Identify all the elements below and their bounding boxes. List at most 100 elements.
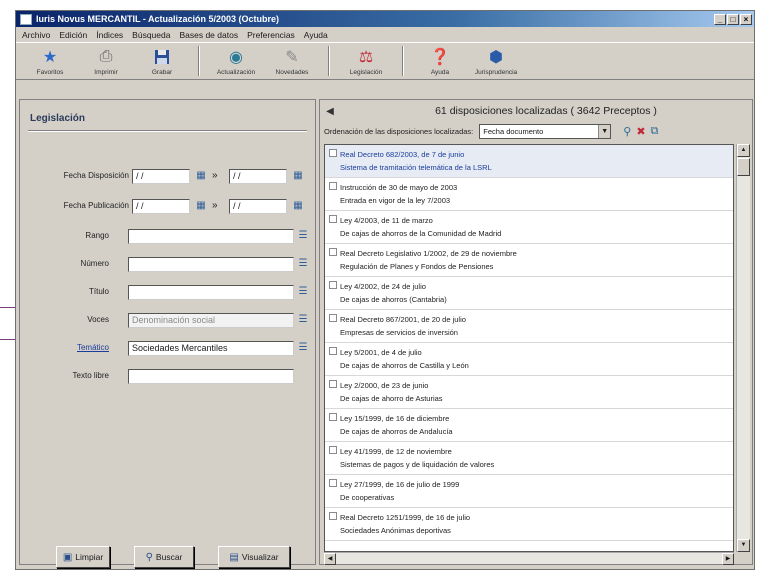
horizontal-scrollbar[interactable]: ◀ ▶ bbox=[324, 552, 734, 565]
item-subtitle: De cajas de ahorros (Cantabria) bbox=[340, 295, 447, 304]
limpiar-button[interactable]: ▣ Limpiar bbox=[56, 546, 110, 568]
grabar-button[interactable]: Grabar bbox=[134, 47, 190, 76]
view-icon: ▤ bbox=[229, 551, 239, 563]
item-checkbox[interactable] bbox=[329, 281, 337, 289]
tematico-link[interactable]: Temático bbox=[77, 343, 109, 352]
item-title: Ley 4/2002, de 24 de julio bbox=[340, 282, 426, 291]
ayuda-button[interactable]: ❓ Ayuda bbox=[412, 47, 468, 76]
item-checkbox[interactable] bbox=[329, 149, 337, 157]
item-title: Ley 2/2000, de 23 de junio bbox=[340, 381, 429, 390]
list-item[interactable]: Ley 27/1999, de 16 de julio de 1999 De co… bbox=[325, 475, 733, 508]
visualizar-button[interactable]: ▤ Visualizar bbox=[218, 546, 290, 568]
fecha-disposicion-from-input[interactable]: / / bbox=[132, 169, 190, 184]
maximize-button[interactable]: □ bbox=[727, 13, 739, 25]
item-checkbox[interactable] bbox=[329, 314, 337, 322]
list-item[interactable]: Ley 4/2003, de 11 de marzo De cajas de ah… bbox=[325, 211, 733, 244]
calendar-icon[interactable]: ▦ bbox=[194, 199, 208, 213]
scroll-down-icon[interactable]: ▼ bbox=[737, 539, 750, 552]
item-checkbox[interactable] bbox=[329, 215, 337, 223]
lookup-icon[interactable]: ☰ bbox=[296, 341, 310, 355]
tematico-input[interactable]: Sociedades Mercantiles bbox=[128, 341, 294, 356]
list-item[interactable]: Real Decreto 1251/1999, de 16 de julio So… bbox=[325, 508, 733, 541]
list-item[interactable]: Real Decreto 682/2003, de 7 de junio Sist… bbox=[325, 145, 733, 178]
item-subtitle: Sistemas de pagos y de liquidación de va… bbox=[340, 460, 495, 469]
calendar-icon[interactable]: ▦ bbox=[291, 169, 305, 183]
menu-ayuda[interactable]: Ayuda bbox=[304, 30, 328, 40]
list-item[interactable]: Ley 4/2002, de 24 de julio De cajas de ah… bbox=[325, 277, 733, 310]
filter-icon[interactable]: ⧉ bbox=[651, 125, 659, 138]
fecha-publicacion-from-input[interactable]: / / bbox=[132, 199, 190, 214]
calendar-icon[interactable]: ▦ bbox=[194, 169, 208, 183]
item-subtitle: Entrada en vigor de la ley 7/2003 bbox=[340, 196, 451, 205]
search-icon[interactable]: ⚲ bbox=[623, 125, 631, 138]
numero-input[interactable] bbox=[128, 257, 294, 272]
jurisprudencia-button[interactable]: ⬢ Jurisprudencia bbox=[468, 47, 524, 76]
list-item[interactable]: Instrucción de 30 de mayo de 2003 Entrada… bbox=[325, 178, 733, 211]
item-checkbox[interactable] bbox=[329, 512, 337, 520]
favoritos-button[interactable]: ★ Favoritos bbox=[22, 47, 78, 76]
back-arrow-icon[interactable]: ◀ bbox=[320, 106, 340, 117]
star-icon: ★ bbox=[42, 49, 58, 66]
results-list: Real Decreto 682/2003, de 7 de junio Sist… bbox=[324, 144, 734, 552]
item-checkbox[interactable] bbox=[329, 413, 337, 421]
item-title: Real Decreto Legislativo 1/2002, de 29 d… bbox=[340, 249, 517, 258]
fecha-publicacion-to-input[interactable]: / / bbox=[229, 199, 287, 214]
item-checkbox[interactable] bbox=[329, 182, 337, 190]
lookup-icon[interactable]: ☰ bbox=[296, 257, 310, 271]
item-subtitle: De cooperativas bbox=[340, 493, 395, 502]
list-item[interactable]: Ley 41/1999, de 12 de noviembre Sistemas … bbox=[325, 442, 733, 475]
item-subtitle: Sistema de tramitación telemática de la … bbox=[340, 163, 492, 172]
item-checkbox[interactable] bbox=[329, 347, 337, 355]
menu-bases-de-datos[interactable]: Bases de datos bbox=[179, 30, 238, 40]
search-icon: ⚲ bbox=[145, 551, 153, 563]
texto-libre-input[interactable] bbox=[128, 369, 294, 384]
item-title: Ley 27/1999, de 16 de julio de 1999 bbox=[340, 480, 460, 489]
item-title: Ley 4/2003, de 11 de marzo bbox=[340, 216, 433, 225]
item-subtitle: De cajas de ahorros de Castilla y León bbox=[340, 361, 469, 370]
item-title: Real Decreto 1251/1999, de 16 de julio bbox=[340, 513, 471, 522]
list-item[interactable]: Ley 15/1999, de 16 de diciembre De cajas … bbox=[325, 409, 733, 442]
imprimir-button[interactable]: ⎙ Imprimir bbox=[78, 47, 134, 76]
item-title: Ley 5/2001, de 4 de julio bbox=[340, 348, 422, 357]
calendar-icon[interactable]: ▦ bbox=[291, 199, 305, 213]
fecha-disposicion-to-input[interactable]: / / bbox=[229, 169, 287, 184]
item-checkbox[interactable] bbox=[329, 248, 337, 256]
list-item[interactable]: Ley 5/2001, de 4 de julio De cajas de aho… bbox=[325, 343, 733, 376]
item-checkbox[interactable] bbox=[329, 380, 337, 388]
rango-input[interactable] bbox=[128, 229, 294, 244]
scroll-up-icon[interactable]: ▲ bbox=[737, 144, 750, 157]
legislacion-button[interactable]: ⚖ Legislación bbox=[338, 47, 394, 76]
menu-archivo[interactable]: Archivo bbox=[22, 30, 50, 40]
item-title: Ley 41/1999, de 12 de noviembre bbox=[340, 447, 452, 456]
voces-input[interactable]: Denominación social bbox=[128, 313, 294, 328]
voces-label: Voces bbox=[87, 315, 109, 324]
minimize-button[interactable]: _ bbox=[714, 13, 726, 25]
list-item[interactable]: Ley 2/2000, de 23 de junio De cajas de ah… bbox=[325, 376, 733, 409]
scroll-thumb[interactable] bbox=[737, 158, 750, 176]
item-checkbox[interactable] bbox=[329, 446, 337, 454]
legislation-icon: ⚖ bbox=[358, 49, 374, 66]
scroll-right-icon[interactable]: ▶ bbox=[722, 553, 734, 565]
lookup-icon[interactable]: ☰ bbox=[296, 313, 310, 327]
lookup-icon[interactable]: ☰ bbox=[296, 285, 310, 299]
titulo-input[interactable] bbox=[128, 285, 294, 300]
scroll-left-icon[interactable]: ◀ bbox=[324, 553, 336, 565]
menu-busqueda[interactable]: Búsqueda bbox=[132, 30, 170, 40]
novedades-button[interactable]: ✎ Novedades bbox=[264, 47, 320, 76]
actualizacion-button[interactable]: ◉ Actualización bbox=[208, 47, 264, 76]
close-button[interactable]: × bbox=[740, 13, 752, 25]
lookup-icon[interactable]: ☰ bbox=[296, 229, 310, 243]
delete-icon[interactable]: ✖ bbox=[636, 125, 645, 138]
menu-edicion[interactable]: Edición bbox=[59, 30, 87, 40]
item-subtitle: De cajas de ahorro de Asturias bbox=[340, 394, 443, 403]
menu-preferencias[interactable]: Preferencias bbox=[247, 30, 295, 40]
vertical-scrollbar[interactable]: ▲ ▼ bbox=[736, 144, 750, 552]
numero-label: Número bbox=[80, 259, 109, 268]
item-checkbox[interactable] bbox=[329, 479, 337, 487]
list-item[interactable]: Real Decreto Legislativo 1/2002, de 29 d… bbox=[325, 244, 733, 277]
eraser-icon: ▣ bbox=[62, 551, 73, 563]
buscar-button[interactable]: ⚲ Buscar bbox=[134, 546, 194, 568]
list-item[interactable]: Real Decreto 867/2001, de 20 de julio Emp… bbox=[325, 310, 733, 343]
menu-indices[interactable]: Índices bbox=[96, 30, 123, 40]
order-select[interactable]: Fecha documento ▼ bbox=[479, 123, 612, 139]
